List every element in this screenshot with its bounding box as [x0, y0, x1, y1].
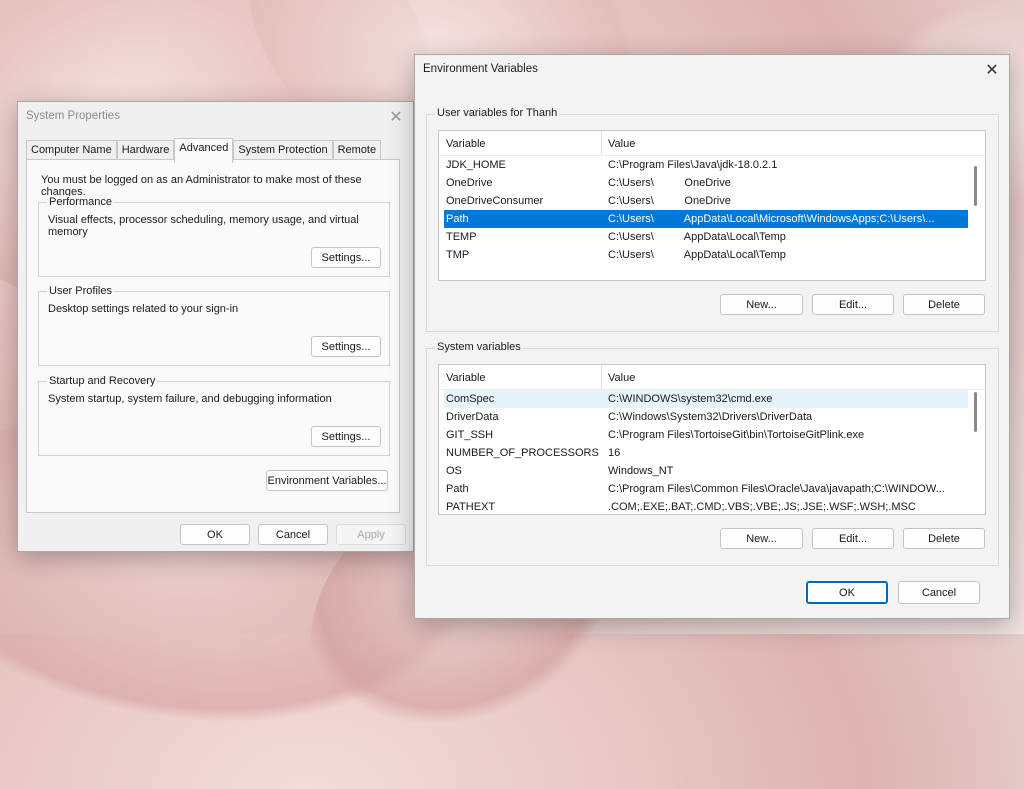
user-profiles-title: User Profiles — [47, 285, 114, 297]
system-var-row-comspec[interactable]: ComSpec C:\WINDOWS\system32\cmd.exe — [444, 390, 968, 408]
column-divider[interactable] — [601, 131, 602, 155]
admin-note: You must be logged on as an Administrato… — [41, 174, 362, 198]
user-profiles-description: Desktop settings related to your sign-in — [48, 303, 239, 315]
variable-value: 16 — [608, 447, 621, 459]
variable-value: C:\Program Files\Java\jdk-18.0.2.1 — [608, 159, 778, 171]
ok-button[interactable]: OK — [806, 581, 888, 604]
list-header: Variable Value — [439, 131, 985, 156]
variable-name: GIT_SSH — [446, 429, 494, 441]
user-var-row-path[interactable]: Path C:\Users\ AppData\Local\Microsoft\Wi… — [444, 210, 968, 228]
apply-button[interactable]: Apply — [336, 524, 406, 545]
cancel-button[interactable]: Cancel — [258, 524, 328, 545]
column-header-value[interactable]: Value — [608, 372, 635, 384]
user-variables-title: User variables for Thanh — [435, 107, 560, 119]
system-variables-title: System variables — [435, 341, 523, 353]
variable-value: C:\Users\ OneDrive — [608, 195, 731, 207]
system-var-row-os[interactable]: OS Windows_NT — [444, 462, 968, 480]
system-properties-window: System Properties ✕ Computer Name Hardwa… — [17, 101, 414, 552]
column-header-variable[interactable]: Variable — [446, 138, 486, 150]
ok-button[interactable]: OK — [180, 524, 250, 545]
variable-name: JDK_HOME — [446, 159, 506, 171]
variable-name: Path — [446, 213, 469, 225]
close-icon: ✕ — [389, 109, 403, 126]
user-var-row-tmp[interactable]: TMP C:\Users\ AppData\Local\Temp — [444, 246, 968, 264]
system-new-button[interactable]: New... — [720, 528, 803, 549]
column-header-value[interactable]: Value — [608, 138, 635, 150]
column-divider[interactable] — [601, 365, 602, 389]
user-var-row-temp[interactable]: TEMP C:\Users\ AppData\Local\Temp — [444, 228, 968, 246]
variable-value: C:\Users\ AppData\Local\Temp — [608, 231, 786, 243]
variable-name: OneDriveConsumer — [446, 195, 544, 207]
system-delete-button[interactable]: Delete — [903, 528, 985, 549]
system-var-row-number-of-processors[interactable]: NUMBER_OF_PROCESSORS 16 — [444, 444, 968, 462]
variable-name: OneDrive — [446, 177, 493, 189]
variable-name: OS — [446, 465, 462, 477]
tab-advanced[interactable]: Advanced — [174, 138, 234, 163]
performance-settings-button[interactable]: Settings... — [311, 247, 381, 268]
user-new-button[interactable]: New... — [720, 294, 803, 315]
variable-value: C:\Users\ OneDrive — [608, 177, 731, 189]
title-bar[interactable]: Environment Variables ✕ — [415, 55, 1009, 85]
user-list-scrollbar[interactable] — [974, 166, 977, 206]
user-delete-button[interactable]: Delete — [903, 294, 985, 315]
performance-title: Performance — [47, 196, 114, 208]
system-edit-button[interactable]: Edit... — [812, 528, 894, 549]
variable-value: C:\WINDOWS\system32\cmd.exe — [608, 393, 773, 405]
user-edit-button[interactable]: Edit... — [812, 294, 894, 315]
environment-variables-window: Environment Variables ✕ User variables f… — [414, 54, 1010, 619]
title-bar[interactable]: System Properties ✕ — [18, 102, 413, 132]
window-title: Environment Variables — [423, 63, 538, 75]
variable-name: PATHEXT — [446, 501, 496, 513]
variable-value: C:\Program Files\Common Files\Oracle\Jav… — [608, 483, 945, 495]
startup-recovery-description: System startup, system failure, and debu… — [48, 393, 332, 405]
user-profiles-settings-button[interactable]: Settings... — [311, 336, 381, 357]
cancel-button[interactable]: Cancel — [898, 581, 980, 604]
variable-name: Path — [446, 483, 469, 495]
system-var-row-pathext[interactable]: PATHEXT .COM;.EXE;.BAT;.CMD;.VBS;.VBE;.JS… — [444, 498, 968, 514]
variable-value: C:\Users\ AppData\Local\Microsoft\Window… — [608, 213, 935, 225]
variable-value: C:\Windows\System32\Drivers\DriverData — [608, 411, 813, 423]
system-variables-group: System variables Variable Value ComSpec C… — [426, 341, 999, 566]
system-var-row-path[interactable]: Path C:\Program Files\Common Files\Oracle… — [444, 480, 968, 498]
system-variables-list[interactable]: Variable Value ComSpec C:\WINDOWS\system3… — [438, 364, 986, 515]
variable-value: .COM;.EXE;.BAT;.CMD;.VBS;.VBE;.JS;.JSE;.… — [608, 501, 916, 513]
user-variables-group: User variables for Thanh Variable Value … — [426, 107, 999, 332]
system-var-row-driverdata[interactable]: DriverData C:\Windows\System32\Drivers\Dr… — [444, 408, 968, 426]
startup-recovery-settings-button[interactable]: Settings... — [311, 426, 381, 447]
environment-variables-button[interactable]: Environment Variables... — [266, 470, 388, 491]
variable-name: TEMP — [446, 231, 477, 243]
variable-name: NUMBER_OF_PROCESSORS — [446, 447, 599, 459]
user-var-row-jdk-home[interactable]: JDK_HOME C:\Program Files\Java\jdk-18.0.2… — [444, 156, 968, 174]
close-button[interactable]: ✕ — [379, 102, 413, 132]
user-variables-list[interactable]: Variable Value JDK_HOME C:\Program Files\… — [438, 130, 986, 281]
close-button[interactable]: ✕ — [975, 55, 1009, 85]
advanced-tab-panel: You must be logged on as an Administrato… — [26, 159, 400, 513]
list-header: Variable Value — [439, 365, 985, 390]
variable-name: ComSpec — [446, 393, 495, 405]
system-list-scrollbar[interactable] — [974, 392, 977, 432]
system-var-row-git-ssh[interactable]: GIT_SSH C:\Program Files\TortoiseGit\bin\… — [444, 426, 968, 444]
user-profiles-group: User Profiles Desktop settings related t… — [38, 285, 390, 366]
variable-name: DriverData — [446, 411, 499, 423]
user-var-row-onedriveconsumer[interactable]: OneDriveConsumer C:\Users\ OneDrive — [444, 192, 968, 210]
window-title: System Properties — [26, 110, 120, 122]
startup-recovery-group: Startup and Recovery System startup, sys… — [38, 375, 390, 456]
user-var-row-onedrive[interactable]: OneDrive C:\Users\ OneDrive — [444, 174, 968, 192]
variable-value: C:\Program Files\TortoiseGit\bin\Tortois… — [608, 429, 865, 441]
performance-group: Performance Visual effects, processor sc… — [38, 196, 390, 277]
variable-name: TMP — [446, 249, 470, 261]
variable-value: Windows_NT — [608, 465, 674, 477]
tab-strip: Computer Name Hardware Advanced System P… — [26, 138, 382, 163]
variable-value: C:\Users\ AppData\Local\Temp — [608, 249, 786, 261]
column-header-variable[interactable]: Variable — [446, 372, 486, 384]
startup-recovery-title: Startup and Recovery — [47, 375, 158, 387]
close-icon: ✕ — [985, 62, 999, 79]
performance-description: Visual effects, processor scheduling, me… — [48, 214, 359, 238]
